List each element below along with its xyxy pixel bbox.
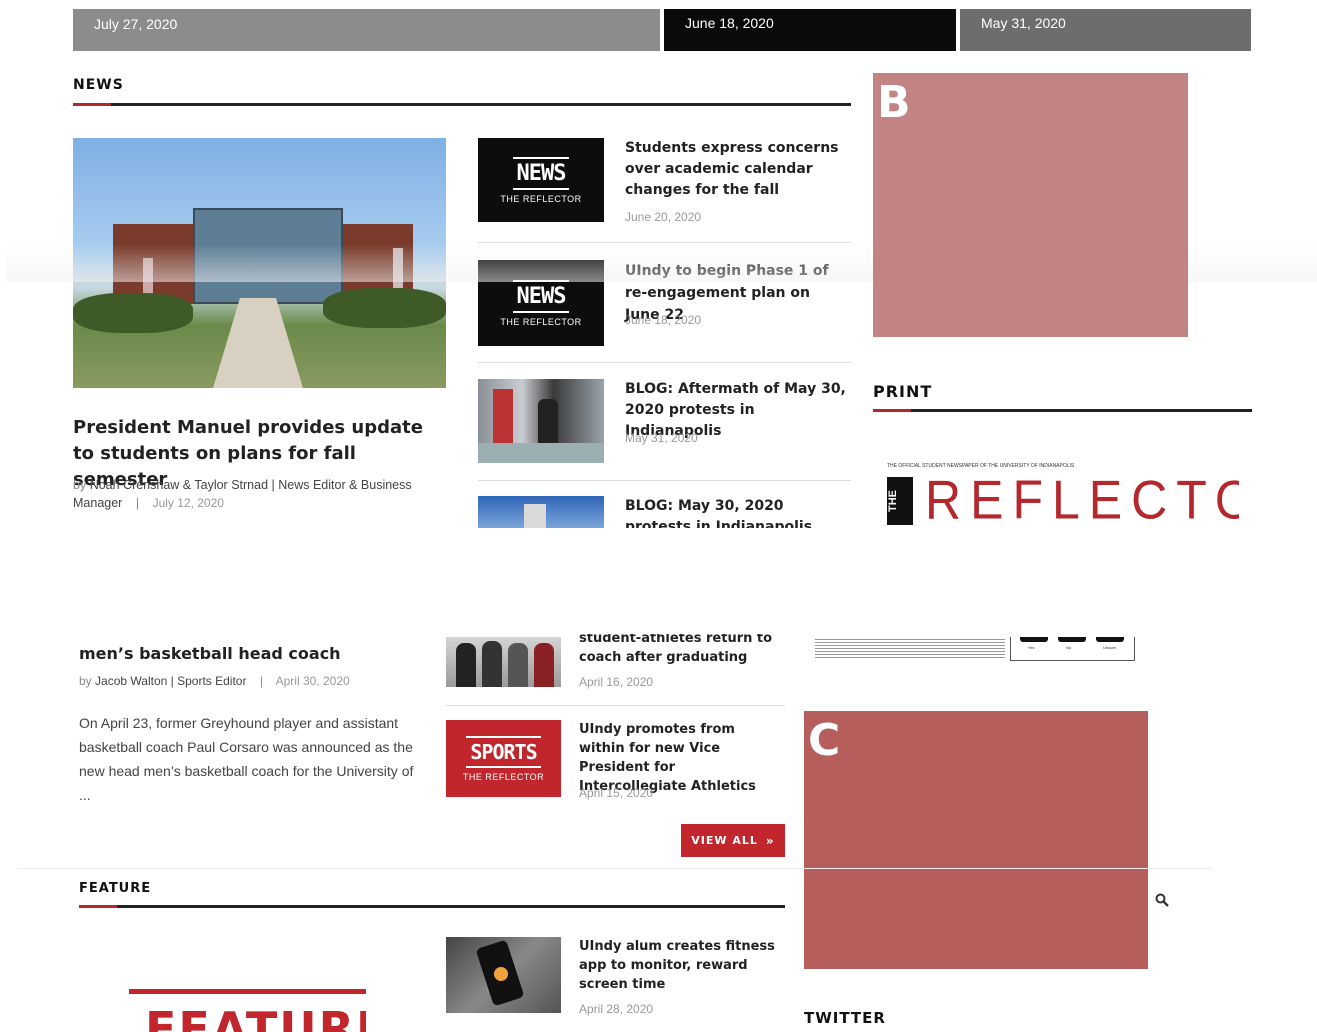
- meta-separator: |: [259, 674, 263, 688]
- masthead-the: THE: [887, 477, 913, 525]
- byline-prefix: by: [73, 478, 87, 492]
- sports-main-date: April 30, 2020: [275, 674, 350, 688]
- top-card-date: June 18, 2020: [685, 15, 774, 31]
- news-thumb-photo[interactable]: [478, 496, 604, 528]
- list-divider: [478, 480, 851, 481]
- sports-item-date: April 15, 2020: [579, 786, 654, 800]
- news-main-meta: by Noah Crenshaw & Taylor Strnad | News …: [73, 476, 443, 512]
- twitter-section-title: TWITTER: [804, 1009, 886, 1027]
- news-item-clip: BLOG: May 30, 2020 protests in Indianapo…: [478, 496, 851, 528]
- reflector-logo-sub: THE REFLECTOR: [500, 316, 582, 327]
- list-divider: [446, 705, 785, 706]
- double-chevron-right-icon: »: [765, 833, 775, 848]
- feature-item-date: April 28, 2020: [579, 1002, 654, 1016]
- feature-logo-word: FEATURE: [145, 1002, 366, 1032]
- news-title-rule: [73, 103, 851, 106]
- feature-item-headline[interactable]: UIndy alum creates fitness app to monito…: [579, 937, 787, 994]
- view-all-label: VIEW ALL: [691, 834, 758, 847]
- sports-main-excerpt: On April 23, former Greyhound player and…: [79, 715, 414, 803]
- reflector-logo-sub: THE REFLECTOR: [500, 193, 582, 204]
- poll-label: Yes: [1028, 645, 1035, 650]
- poll-label: Unsure: [1103, 645, 1116, 650]
- news-thumb-logo[interactable]: NEWS THE REFLECTOR: [478, 138, 604, 222]
- sports-item-headline-clip: student-athletes return to coach after g…: [579, 634, 789, 670]
- sports-thumb-logo[interactable]: SPORTS THE REFLECTOR: [446, 720, 561, 797]
- sports-thumb-photo[interactable]: [446, 637, 561, 687]
- search-icon[interactable]: [1155, 893, 1169, 907]
- reflector-sports-logo: SPORTS: [466, 735, 541, 768]
- ad-label: B: [877, 77, 911, 128]
- reflector-logo-sub: THE REFLECTOR: [462, 771, 545, 782]
- news-thumb-photo[interactable]: [478, 379, 604, 463]
- feature-logo-clip: FEATURE: [129, 989, 366, 1032]
- byline-prefix: by: [79, 674, 92, 688]
- top-card-2[interactable]: June 18, 2020: [664, 9, 956, 51]
- news-item-date: May 31, 2020: [625, 431, 698, 445]
- ad-placeholder-c[interactable]: C: [804, 711, 1148, 969]
- news-section-title: NEWS: [73, 77, 124, 93]
- sports-item-headline[interactable]: student-athletes return to coach after g…: [579, 634, 789, 667]
- author-link[interactable]: Jacob Walton: [95, 674, 167, 688]
- print-title-rule: [873, 409, 1252, 412]
- news-item-headline[interactable]: Students express concerns over academic …: [625, 138, 840, 201]
- list-divider: [478, 242, 851, 243]
- reflector-news-logo: NEWS: [512, 156, 570, 190]
- nav-divider: [18, 868, 1212, 869]
- news-item-date: June 18, 2020: [625, 313, 702, 327]
- list-divider: [478, 362, 851, 363]
- sports-item-date: April 16, 2020: [579, 675, 654, 689]
- news-main-image[interactable]: [73, 138, 446, 388]
- view-all-button[interactable]: VIEW ALL »: [681, 824, 785, 857]
- news-item-date: June 20, 2020: [625, 210, 702, 224]
- author-link[interactable]: Noah Crenshaw & Taylor Strnad: [90, 478, 268, 492]
- author-role: | Sports Editor: [170, 674, 247, 688]
- top-card-date: May 31, 2020: [981, 15, 1066, 31]
- masthead-logo: REFLECTOR: [925, 469, 1239, 528]
- print-cover-tail: Yes No Unsure: [815, 637, 1135, 662]
- ad-label: C: [808, 715, 841, 766]
- news-main-date: July 12, 2020: [152, 496, 224, 510]
- print-section-title: PRINT: [873, 382, 933, 401]
- sports-item-headline[interactable]: UIndy promotes from within for new Vice …: [579, 720, 784, 796]
- news-item-headline[interactable]: BLOG: May 30, 2020 protests in Indianapo…: [625, 496, 847, 528]
- feature-logo[interactable]: FEATURE: [129, 989, 366, 1032]
- ad-placeholder-b[interactable]: B: [873, 73, 1188, 337]
- top-card-1[interactable]: July 27, 2020: [73, 9, 660, 51]
- poll-label: No: [1066, 645, 1072, 650]
- reflector-news-logo: NEWS: [512, 279, 570, 313]
- top-card-date: July 27, 2020: [94, 16, 178, 32]
- print-edition-cover[interactable]: THE OFFICIAL STUDENT NEWSPAPER OF THE UN…: [887, 453, 1239, 528]
- feature-section-title: FEATURE: [79, 881, 152, 896]
- sports-main-headline-clip: [79, 630, 419, 638]
- top-card-3[interactable]: May 31, 2020: [960, 9, 1251, 51]
- news-thumb-logo[interactable]: NEWS THE REFLECTOR: [478, 260, 604, 346]
- sports-main-headline[interactable]: men’s basketball head coach: [79, 644, 341, 663]
- feature-thumb-photo[interactable]: [446, 937, 561, 1013]
- meta-separator: |: [135, 496, 140, 510]
- sports-main-meta: by Jacob Walton | Sports Editor | April …: [79, 674, 350, 688]
- feature-title-rule: [79, 905, 785, 908]
